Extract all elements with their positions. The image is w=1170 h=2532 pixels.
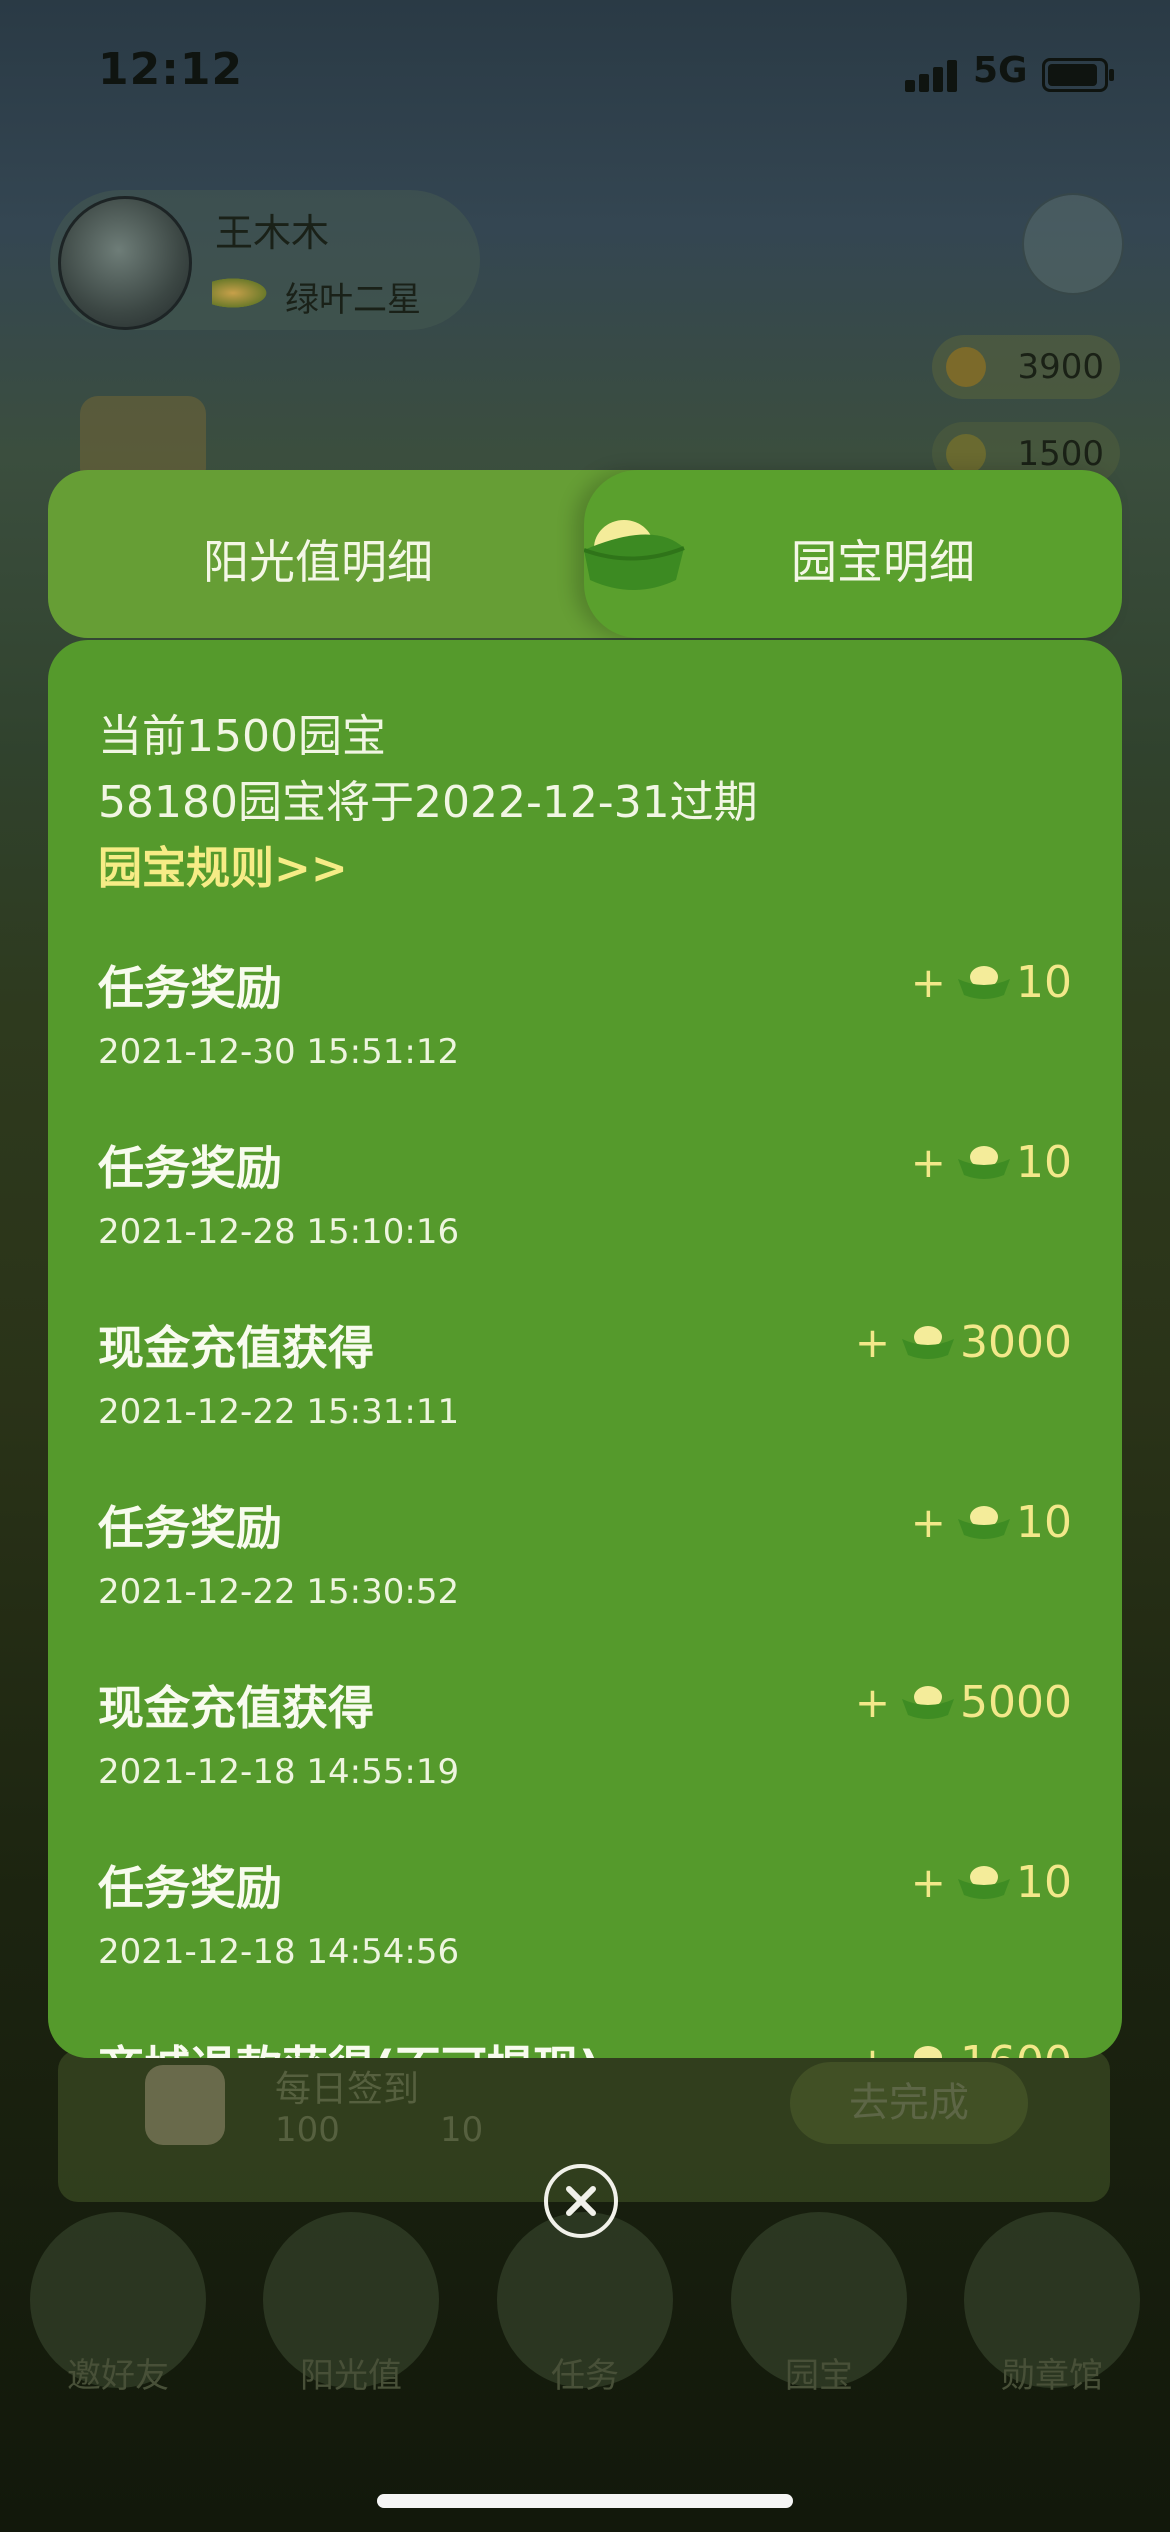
sun-icon xyxy=(946,347,986,387)
user-name: 王木木 xyxy=(215,211,330,255)
user-level: 绿叶二星 xyxy=(285,280,421,320)
record-sign: + xyxy=(910,957,946,1007)
record-amount: +10 xyxy=(911,952,1072,1012)
record-row: 商城退款获得(不可提现) +1600 xyxy=(48,2032,1122,2058)
record-amount-value: 10 xyxy=(1016,956,1072,1008)
signin-reward-sun: 100 xyxy=(275,2110,340,2150)
signin-title: 每日签到 xyxy=(275,2069,420,2110)
record-amount-value: 10 xyxy=(1016,1856,1072,1908)
record-sign: + xyxy=(854,1317,891,1367)
treasure-detail-panel[interactable]: 当前1500园宝 58180园宝将于2022-12-31过期 园宝规则>> 任务… xyxy=(48,640,1122,2058)
leaf-level-icon xyxy=(212,276,272,310)
record-sign: + xyxy=(855,2038,890,2059)
service-button[interactable] xyxy=(1022,193,1124,295)
current-treasure: 当前1500园宝 xyxy=(98,711,386,762)
gold-ingot-icon xyxy=(958,966,1010,999)
record-sign: + xyxy=(910,1497,946,1547)
record-title: 商城退款获得(不可提现) xyxy=(98,2032,600,2058)
gold-ingot-icon xyxy=(902,1326,955,1359)
record-amount: +1600 xyxy=(855,2032,1072,2058)
record-amount: +10 xyxy=(911,1492,1072,1552)
expire-notice: 58180园宝将于2022-12-31过期 xyxy=(98,777,758,828)
gold-ingot-icon xyxy=(902,1686,955,1719)
treasure-balance-value: 1500 xyxy=(1017,434,1104,474)
record-amount: +3000 xyxy=(855,1312,1072,1372)
record-amount: +10 xyxy=(911,1132,1072,1192)
record-amount-value: 3000 xyxy=(960,1316,1072,1368)
signin-icon xyxy=(145,2065,225,2145)
avatar[interactable] xyxy=(58,196,192,330)
record-amount-value: 10 xyxy=(1016,1136,1072,1188)
treasure-icon xyxy=(946,434,986,474)
gold-ingot-icon xyxy=(914,2046,943,2058)
record-time: 2021-12-18 14:55:19 xyxy=(98,1752,460,1792)
gold-ingot-icon xyxy=(958,1866,1010,1899)
record-time: 2021-12-28 15:10:16 xyxy=(98,1212,460,1252)
record-sign: + xyxy=(854,1677,891,1727)
detail-tabs: 阳光值明细 园宝明细 xyxy=(48,470,1122,638)
close-button[interactable] xyxy=(544,2164,618,2238)
record-title: 任务奖励 xyxy=(98,961,282,1015)
nav-label-sunshine: 阳光值 xyxy=(300,2356,402,2396)
record-time: 2021-12-22 15:31:11 xyxy=(98,1392,460,1432)
gold-ingot-icon xyxy=(958,1506,1010,1539)
record-time: 2021-12-18 14:54:56 xyxy=(98,1932,460,1972)
record-amount: +10 xyxy=(911,1852,1072,1912)
record-amount-value: 10 xyxy=(1016,1496,1072,1548)
tab-sunshine-detail[interactable]: 阳光值明细 xyxy=(48,470,648,638)
home-indicator[interactable] xyxy=(377,2494,793,2508)
record-time: 2021-12-30 15:51:12 xyxy=(98,1032,460,1072)
record-title: 任务奖励 xyxy=(98,1861,282,1915)
nav-label-treasure: 园宝 xyxy=(785,2356,853,2396)
tab-sunshine-detail-label: 阳光值明细 xyxy=(203,535,433,589)
record-title: 现金充值获得 xyxy=(98,1321,374,1375)
sunshine-balance[interactable]: 3900 xyxy=(932,335,1120,399)
close-icon xyxy=(566,2186,596,2216)
record-row: 现金充值获得 2021-12-18 14:55:19 +5000 xyxy=(48,1672,1122,1852)
record-row: 任务奖励 2021-12-22 15:30:52 +10 xyxy=(48,1492,1122,1672)
record-row: 现金充值获得 2021-12-22 15:31:11 +3000 xyxy=(48,1312,1122,1492)
record-sign: + xyxy=(910,1857,946,1907)
record-row: 任务奖励 2021-12-30 15:51:12 +10 xyxy=(48,952,1122,1132)
record-title: 现金充值获得 xyxy=(98,1681,374,1735)
status-bar: 12:12 5G xyxy=(0,0,1170,150)
record-time: 2021-12-22 15:30:52 xyxy=(98,1572,460,1612)
record-amount: +5000 xyxy=(855,1672,1072,1732)
record-title: 任务奖励 xyxy=(98,1501,282,1555)
record-sign: + xyxy=(910,1137,946,1187)
go-complete-button[interactable]: 去完成 xyxy=(790,2062,1028,2144)
record-row: 任务奖励 2021-12-28 15:10:16 +10 xyxy=(48,1132,1122,1312)
signin-reward-treasure: 10 xyxy=(440,2110,484,2150)
status-time: 12:12 xyxy=(98,44,244,95)
nav-label-medal: 勋章馆 xyxy=(1001,2356,1103,2396)
record-row: 任务奖励 2021-12-18 14:54:56 +10 xyxy=(48,1852,1122,2032)
gold-ingot-icon xyxy=(958,1146,1010,1179)
sunshine-balance-value: 3900 xyxy=(1017,347,1104,387)
record-title: 任务奖励 xyxy=(98,1141,282,1195)
battery-icon xyxy=(1042,58,1114,92)
record-amount-value: 1600 xyxy=(960,2037,1072,2059)
record-amount-value: 5000 xyxy=(960,1676,1072,1728)
signal-icon xyxy=(905,58,959,92)
gold-ingot-icon xyxy=(584,520,685,590)
nav-label-invite: 邀好友 xyxy=(67,2356,169,2396)
nav-label-tasks: 任务 xyxy=(551,2356,619,2396)
network-type: 5G xyxy=(973,50,1028,91)
treasure-rules-link[interactable]: 园宝规则>> xyxy=(98,832,348,896)
